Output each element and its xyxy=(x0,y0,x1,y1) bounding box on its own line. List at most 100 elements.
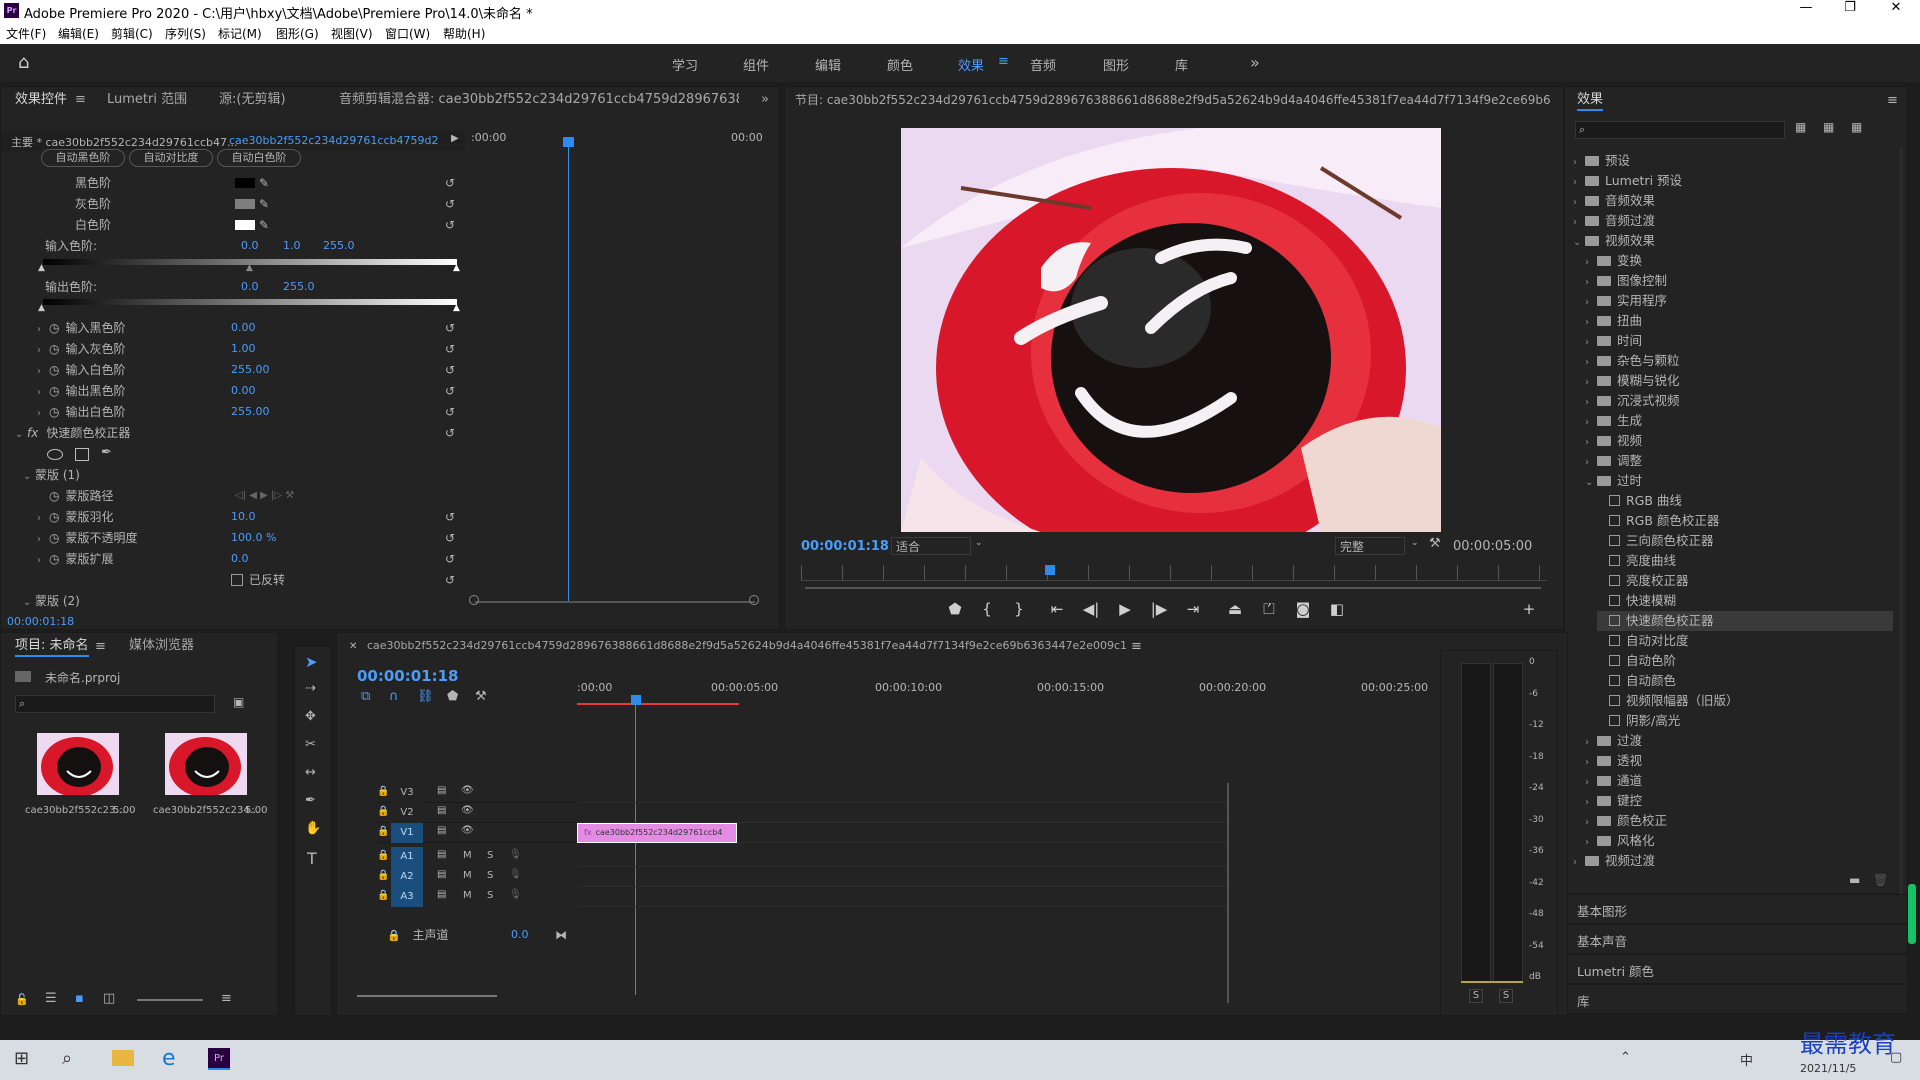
more-workspaces-icon[interactable]: » xyxy=(1250,53,1260,72)
eyedropper-icon[interactable]: ✎ xyxy=(259,173,269,193)
panel-menu-icon[interactable]: ≡ xyxy=(1131,639,1142,654)
effect-item[interactable]: 亮度校正器 xyxy=(1597,571,1893,591)
linked-selection-icon[interactable]: ⛓ xyxy=(417,689,434,704)
tab-source[interactable]: 源:(无剪辑) xyxy=(219,89,286,111)
stopwatch-icon[interactable]: ◷ xyxy=(49,489,59,503)
effect-folder[interactable]: ⌄ 过时 xyxy=(1585,471,1893,491)
go-to-in-icon[interactable]: ⇤ xyxy=(1047,599,1067,619)
effect-folder[interactable]: › 图像控制 xyxy=(1585,271,1893,291)
param-value[interactable]: 255.00 xyxy=(231,360,270,380)
premiere-taskbar-icon[interactable]: Pr xyxy=(208,1048,230,1070)
close-icon[interactable]: ✕ xyxy=(1886,0,1906,15)
eye-icon[interactable]: 👁 xyxy=(461,805,474,816)
effect-folder[interactable]: ⌄ 视频效果 xyxy=(1573,231,1893,251)
chevron-right-icon[interactable]: › xyxy=(1573,213,1585,233)
stopwatch-icon[interactable]: ◷ xyxy=(49,552,59,566)
extract-icon[interactable]: ⏍ xyxy=(1259,599,1279,619)
timeline-timecode[interactable]: 00:00:01:18 xyxy=(357,667,459,685)
ec-zoom-scrollbar[interactable] xyxy=(475,601,755,603)
more-panels-icon[interactable]: » xyxy=(761,89,769,111)
nest-icon[interactable]: ⧉ xyxy=(361,689,370,704)
mic-icon[interactable]: 🎙 xyxy=(509,849,522,860)
chevron-right-icon[interactable]: › xyxy=(1585,453,1597,473)
output-white-handle[interactable]: ▲ xyxy=(453,303,460,313)
effect-folder[interactable]: › 音频效果 xyxy=(1573,191,1893,211)
output-black-value[interactable]: 0.0 xyxy=(241,277,259,297)
effect-item[interactable]: RGB 曲线 xyxy=(1597,491,1893,511)
track-lane[interactable] xyxy=(577,803,1227,823)
workspace-assembly[interactable]: 组件 xyxy=(743,55,769,74)
solo-button[interactable]: S xyxy=(487,870,493,881)
menu-view[interactable]: 视图(V) xyxy=(331,25,373,42)
lock-icon[interactable]: 🔒 xyxy=(387,929,401,942)
collapse-icon[interactable]: ⌄ xyxy=(15,425,27,445)
effect-item[interactable]: 视频限幅器（旧版） xyxy=(1597,691,1893,711)
lock-icon[interactable]: 🔒 xyxy=(377,890,389,901)
tab-media-browser[interactable]: 媒体浏览器 xyxy=(129,635,194,657)
input-white-value[interactable]: 255.0 xyxy=(323,236,355,256)
sync-lock-icon[interactable]: ▤ xyxy=(437,889,446,900)
effect-item[interactable]: 自动色阶 xyxy=(1597,651,1893,671)
timeline-h-scrollbar[interactable] xyxy=(357,995,497,997)
eyedropper-icon[interactable]: ✎ xyxy=(259,194,269,214)
eyedropper-icon[interactable]: ✎ xyxy=(259,215,269,235)
type-tool-icon[interactable]: T xyxy=(307,849,317,868)
rectangle-mask-icon[interactable] xyxy=(75,448,89,461)
reset-icon[interactable]: ↺ xyxy=(445,507,455,527)
yuv-effects-icon[interactable]: ▦ xyxy=(1851,120,1862,134)
reset-icon[interactable]: ↺ xyxy=(445,402,455,422)
v1-clip[interactable]: fx cae30bb2f552c234d29761ccb4 xyxy=(577,823,737,843)
chevron-right-icon[interactable]: › xyxy=(1585,813,1597,833)
track-target-a2[interactable]: A2 xyxy=(391,867,423,887)
slip-tool-icon[interactable]: ↔ xyxy=(305,765,316,780)
program-scrollbar[interactable] xyxy=(805,587,1541,589)
effects-search-input[interactable]: ⌕ xyxy=(1575,121,1785,139)
project-search-input[interactable]: ⌕ xyxy=(15,695,215,713)
list-view-icon[interactable]: ☰ xyxy=(45,991,57,1006)
reset-icon[interactable]: ↺ xyxy=(445,549,455,569)
accelerated-effects-icon[interactable]: ▦ xyxy=(1795,120,1806,134)
button-editor-icon[interactable]: + xyxy=(1519,599,1539,619)
ime-indicator[interactable]: 中 xyxy=(1740,1050,1753,1069)
effect-folder[interactable]: › 音频过渡 xyxy=(1573,211,1893,231)
search-icon[interactable]: ⌕ xyxy=(62,1048,72,1069)
mic-icon[interactable]: 🎙 xyxy=(509,889,522,900)
lock-icon[interactable]: 🔒 xyxy=(377,826,389,837)
effect-folder[interactable]: › 预设 xyxy=(1573,151,1893,171)
master-value[interactable]: 0.0 xyxy=(511,925,529,945)
effect-folder[interactable]: › 过渡 xyxy=(1585,731,1893,751)
chevron-right-icon[interactable]: › xyxy=(1585,773,1597,793)
settings-wrench-icon[interactable]: ⚒ xyxy=(1429,536,1441,551)
new-bin-icon[interactable]: ▬ xyxy=(1849,873,1860,887)
effect-folder[interactable]: › 沉浸式视频 xyxy=(1585,391,1893,411)
lock-icon[interactable]: 🔒 xyxy=(377,806,389,817)
mask-param-value[interactable]: 0.0 xyxy=(231,549,249,569)
sort-icon[interactable]: ≡ xyxy=(221,991,232,1006)
restore-icon[interactable]: ❐ xyxy=(1840,0,1860,15)
sync-lock-icon[interactable]: ▤ xyxy=(437,849,446,860)
menu-marker[interactable]: 标记(M) xyxy=(218,25,262,42)
expand-icon[interactable]: › xyxy=(37,383,49,403)
program-ruler[interactable] xyxy=(801,565,1547,581)
work-area-bar[interactable] xyxy=(577,703,739,705)
eye-icon[interactable]: 👁 xyxy=(461,785,474,796)
tray-up-icon[interactable]: ⌃ xyxy=(1620,1050,1631,1065)
reset-icon[interactable]: ↺ xyxy=(445,570,455,590)
pen-tool-icon[interactable]: ✒ xyxy=(305,793,316,808)
effect-folder[interactable]: › 时间 xyxy=(1585,331,1893,351)
scroll-handle-right[interactable] xyxy=(749,595,759,605)
sync-lock-icon[interactable]: ▤ xyxy=(437,805,446,816)
chevron-right-icon[interactable]: › xyxy=(1585,753,1597,773)
reset-icon[interactable]: ↺ xyxy=(445,194,455,214)
menu-sequence[interactable]: 序列(S) xyxy=(165,25,206,42)
effect-folder[interactable]: › 透视 xyxy=(1585,751,1893,771)
tab-lumetri-scopes[interactable]: Lumetri 范围 xyxy=(107,89,187,111)
effect-folder[interactable]: › 视频过渡 xyxy=(1573,851,1893,871)
scroll-handle-left[interactable] xyxy=(469,595,479,605)
menu-file[interactable]: 文件(F) xyxy=(6,25,46,42)
effect-folder[interactable]: › 键控 xyxy=(1585,791,1893,811)
lift-icon[interactable]: ⏏ xyxy=(1225,599,1245,619)
hand-tool-icon[interactable]: ✋ xyxy=(305,821,321,836)
step-forward-icon[interactable]: |▶ xyxy=(1149,599,1169,619)
eye-icon[interactable]: 👁 xyxy=(461,825,474,836)
